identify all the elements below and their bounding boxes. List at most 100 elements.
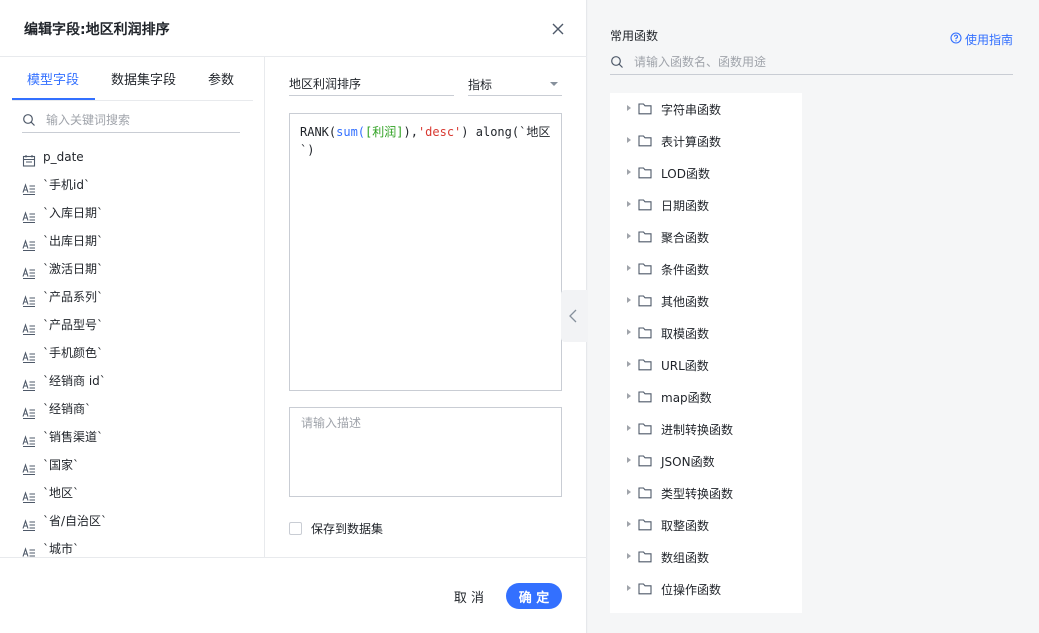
field-name: `手机颜色`: [43, 346, 104, 360]
functions-panel: 常用函数 使用指南 字符串函数表计算函数 LOD函数日期函数聚合函数条件函数其他函…: [588, 0, 1039, 633]
tab-model-fields[interactable]: 模型字段: [27, 69, 79, 88]
function-category-item[interactable]: 表计算函数: [610, 125, 802, 157]
code-token-rank: RANK(: [300, 125, 337, 139]
chevron-right-icon: [627, 297, 631, 303]
chevron-down-icon: [550, 82, 558, 86]
function-category-item[interactable]: 聚合函数: [610, 221, 802, 253]
field-list-item[interactable]: `销售渠道`: [22, 423, 252, 451]
function-category-label: 数组函数: [661, 551, 710, 565]
function-category-item[interactable]: JSON函数: [610, 445, 802, 477]
field-list-item[interactable]: p_date: [22, 143, 252, 171]
function-category-label: 表计算函数: [661, 135, 722, 149]
field-list-item[interactable]: `出库日期`: [22, 227, 252, 255]
field-list-item[interactable]: `入库日期`: [22, 199, 252, 227]
function-category-item[interactable]: 取整函数: [610, 509, 802, 541]
text-field-icon: [22, 542, 36, 557]
chevron-right-icon: [627, 585, 631, 591]
dialog-title: 编辑字段:地区利润排序: [24, 22, 170, 38]
function-category-item[interactable]: 日期函数: [610, 189, 802, 221]
text-field-icon: [22, 514, 36, 532]
chevron-right-icon: [627, 425, 631, 431]
chevron-right-icon: [627, 265, 631, 271]
function-category-item[interactable]: 进制转换函数: [610, 413, 802, 445]
field-name: `经销商`: [43, 402, 92, 416]
field-name: `产品型号`: [43, 318, 104, 332]
text-field-icon: [22, 262, 36, 280]
keyword-search-input[interactable]: [46, 111, 236, 129]
function-category-tree: 字符串函数表计算函数 LOD函数 日期函数聚合函数条件函数其他函数 取模函数 URL函数…: [610, 93, 802, 613]
search-icon: [23, 114, 35, 126]
field-list-item[interactable]: `手机id`: [22, 171, 252, 199]
field-name: `地区`: [43, 486, 80, 500]
function-category-item[interactable]: 数组函数: [610, 541, 802, 573]
field-list-item[interactable]: `手机颜色`: [22, 339, 252, 367]
cancel-button[interactable]: 取 消: [446, 583, 492, 609]
field-list-item[interactable]: `经销商`: [22, 395, 252, 423]
field-name: `销售渠道`: [43, 430, 104, 444]
field-name: `产品系列`: [43, 290, 104, 304]
function-category-item[interactable]: 其他函数: [610, 285, 802, 317]
field-name-input[interactable]: [289, 72, 454, 96]
field-list-item[interactable]: `地区`: [22, 479, 252, 507]
field-list-item[interactable]: `激活日期`: [22, 255, 252, 283]
save-to-dataset-label: 保存到数据集: [311, 522, 384, 536]
usage-guide-label: 使用指南: [965, 33, 1014, 47]
field-list-item[interactable]: `经销商 id`: [22, 367, 252, 395]
field-list-item[interactable]: `国家`: [22, 451, 252, 479]
function-category-item[interactable]: 类型转换函数: [610, 477, 802, 509]
function-category-item[interactable]: 条件函数: [610, 253, 802, 285]
expression-editor[interactable]: RANK(sum([利润]),'desc') along(`地区`): [289, 113, 562, 391]
help-circle-icon: [950, 32, 962, 44]
chevron-right-icon: [627, 457, 631, 463]
text-field-icon: [22, 374, 36, 392]
chevron-right-icon: [627, 105, 631, 111]
field-type-select[interactable]: 指标: [468, 72, 562, 96]
folder-icon: [638, 422, 652, 435]
field-name: `省/自治区`: [43, 514, 108, 528]
close-icon[interactable]: [548, 19, 568, 39]
code-token-string: 'desc': [417, 125, 462, 139]
function-category-label: 进制转换函数: [661, 423, 734, 437]
folder-icon: [638, 454, 652, 467]
ok-button[interactable]: 确 定: [506, 583, 562, 609]
folder-icon: [638, 486, 652, 499]
function-category-item[interactable]: 字符串函数: [610, 93, 802, 125]
function-category-label: 类型转换函数: [661, 487, 734, 501]
function-search-input[interactable]: [634, 53, 1004, 71]
chevron-right-icon: [627, 393, 631, 399]
text-field-icon: [22, 290, 36, 308]
search-icon: [611, 56, 623, 68]
description-textarea[interactable]: [289, 407, 562, 497]
function-category-item[interactable]: URL函数: [610, 349, 802, 381]
text-field-icon: [22, 206, 36, 224]
field-list-item[interactable]: `省/自治区`: [22, 507, 252, 535]
field-type-value: 指标: [468, 78, 493, 92]
field-list-item[interactable]: `产品型号`: [22, 311, 252, 339]
collapse-panel-handle[interactable]: [561, 290, 587, 342]
folder-icon: [638, 518, 652, 531]
function-category-label: 聚合函数: [661, 231, 710, 245]
function-category-item[interactable]: LOD函数: [610, 157, 802, 189]
code-token-close: ),: [403, 125, 418, 139]
function-category-label: 位操作函数: [661, 583, 722, 597]
tab-dataset-fields[interactable]: 数据集字段: [111, 69, 176, 88]
chevron-right-icon: [627, 489, 631, 495]
save-to-dataset-checkbox[interactable]: [289, 522, 302, 535]
active-tab-indicator: [12, 98, 95, 100]
folder-icon: [638, 326, 652, 339]
function-category-item[interactable]: 取模函数: [610, 317, 802, 349]
chevron-right-icon: [627, 137, 631, 143]
chevron-left-icon: [569, 309, 577, 323]
function-category-item[interactable]: map函数: [610, 381, 802, 413]
field-list-item[interactable]: `产品系列`: [22, 283, 252, 311]
function-search: [610, 51, 1013, 75]
field-list-item[interactable]: `城市`: [22, 535, 252, 557]
text-field-icon: [22, 402, 36, 420]
field-list: p_date `手机id` `入库日期` `出库日期` `激活日期` `产品系列` `产品型…: [22, 143, 252, 557]
text-field-icon: [22, 318, 36, 336]
field-name: `经销商 id`: [43, 374, 106, 388]
tab-parameters[interactable]: 参数: [208, 69, 234, 88]
function-category-item[interactable]: 位操作函数: [610, 573, 802, 605]
chevron-right-icon: [627, 169, 631, 175]
function-category-label: 条件函数: [661, 263, 710, 277]
